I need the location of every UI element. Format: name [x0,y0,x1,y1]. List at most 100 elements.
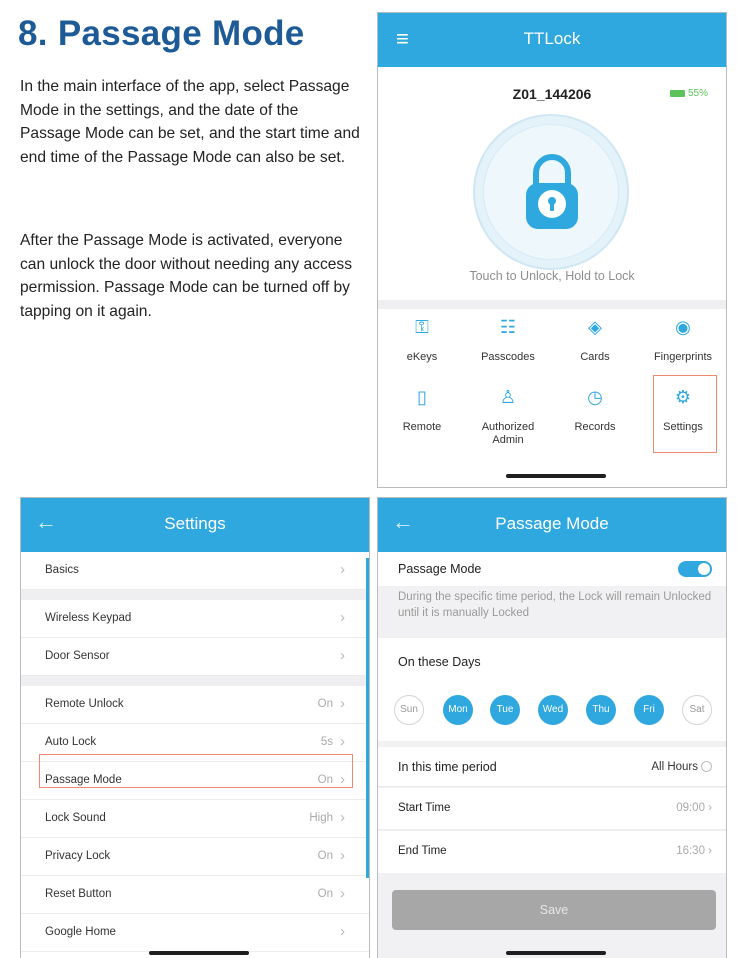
screen-title: Settings [164,514,226,533]
day-mon[interactable]: Mon [443,695,473,725]
home-indicator [506,474,606,478]
row-label: Auto Lock [45,736,97,748]
time-period-row: In this time period All Hours [378,747,726,787]
section-divider [378,300,726,309]
settings-row-reset-button[interactable]: Reset Button On › [21,876,369,914]
menu-label: Authorized Admin [481,421,535,446]
day-thu[interactable]: Thu [586,695,616,725]
battery-indicator: 55% [669,88,708,99]
ekey-icon: ⚿ [415,317,429,337]
passcodes-icon: ☷ [499,317,517,337]
passage-mode-screen-screenshot: ← Passage Mode Passage Mode During the s… [377,497,727,958]
menu-fingerprints[interactable]: ◉ Fingerprints [640,317,726,364]
days-label: On these Days [398,655,481,669]
section-gap [21,590,369,600]
day-sun[interactable]: Sun [394,695,424,725]
fingerprint-icon: ◉ [675,317,691,337]
home-indicator [149,951,249,955]
radio-icon[interactable] [701,761,712,773]
row-label: Google Home [45,926,116,938]
intro-paragraph: In the main interface of the app, select… [20,78,360,166]
menu-label: Fingerprints [653,351,713,363]
activation-paragraph: After the Passage Mode is activated, eve… [20,232,353,320]
menu-label: Passcodes [481,351,535,363]
padlock-icon [526,154,578,229]
end-time-row[interactable]: End Time 16:30 › [378,831,726,873]
settings-row-door-sensor[interactable]: Door Sensor › [21,638,369,676]
row-value: On [317,888,333,900]
menu-label: Cards [580,351,610,363]
settings-row-wireless-keypad[interactable]: Wireless Keypad › [21,600,369,638]
scrollbar[interactable] [366,558,369,878]
passage-mode-toggle[interactable] [678,561,712,577]
end-time-value: 16:30 [676,845,705,857]
settings-row-lock-sound[interactable]: Lock Sound High › [21,800,369,838]
time-period-label: In this time period [398,760,497,774]
start-time-row[interactable]: Start Time 09:00 › [378,788,726,830]
app-title: TTLock [523,29,581,48]
menu-label: Records [574,421,616,433]
passage-mode-description: During the specific time period, the Loc… [398,591,712,619]
row-value: High [309,812,333,824]
days-section: On these Days [378,638,726,741]
menu-remote[interactable]: ▯ Remote [379,387,465,434]
row-label: Door Sensor [45,650,110,662]
menu-passcodes[interactable]: ☷ Passcodes [465,317,551,364]
row-label: Remote Unlock [45,698,124,710]
app-bar: ← Settings [21,498,369,552]
settings-row-privacy-lock[interactable]: Privacy Lock On › [21,838,369,876]
row-value: On [317,698,333,710]
row-label: Reset Button [45,888,112,900]
day-sat[interactable]: Sat [682,695,712,725]
unlock-hint: Touch to Unlock, Hold to Lock [469,269,635,283]
save-button[interactable]: Save [392,890,716,930]
settings-row-remote-unlock[interactable]: Remote Unlock On › [21,686,369,724]
row-label: Wireless Keypad [45,612,132,624]
day-tue[interactable]: Tue [490,695,520,725]
page-title: 8. Passage Mode [18,14,305,53]
chevron-right-icon: › [340,847,345,864]
menu-label: eKeys [406,351,438,363]
cards-icon: ◈ [588,317,602,337]
menu-records[interactable]: ◷ Records [552,388,638,434]
passage-mode-toggle-row: Passage Mode [378,552,726,586]
chevron-right-icon: › [340,733,345,750]
settings-highlight-box [653,375,717,453]
all-hours-label: All Hours [651,761,698,773]
row-value: On [317,850,333,862]
row-label: Basics [45,564,79,576]
home-indicator [506,951,606,955]
remote-icon: ▯ [417,387,427,407]
toggle-knob [698,563,710,575]
unlock-button[interactable] [483,124,619,260]
chevron-right-icon: › [340,609,345,626]
chevron-right-icon: › [340,647,345,664]
admin-icon: ♙ [499,387,517,407]
settings-row-google-home[interactable]: Google Home › [21,914,369,952]
app-bar: ≡ TTLock [378,13,726,67]
menu-cards[interactable]: ◈ Cards [552,317,638,364]
start-time-label: Start Time [398,802,451,814]
main-screen-screenshot: ≡ TTLock Z01_144206 55% Touch to Unlock,… [377,12,727,488]
menu-label: Remote [402,421,442,433]
chevron-right-icon: › [340,923,345,940]
row-value: 5s [320,736,333,748]
day-fri[interactable]: Fri [634,695,664,725]
menu-ekeys[interactable]: ⚿ eKeys [379,317,465,364]
screen-title: Passage Mode [495,514,609,533]
chevron-right-icon: › [340,695,345,712]
section-gap [21,676,369,686]
battery-icon [669,89,685,97]
app-bar: ← Passage Mode [378,498,726,552]
menu-authorized-admin[interactable]: ♙ Authorized Admin [465,387,551,447]
row-label: Privacy Lock [45,850,111,862]
all-hours-option[interactable]: All Hours [651,761,712,773]
end-time-label: End Time [398,845,447,857]
settings-row-basics[interactable]: Basics › [21,552,369,590]
day-wed[interactable]: Wed [538,695,568,725]
chevron-right-icon: › [340,885,345,902]
battery-level: 55% [687,88,708,99]
chevron-right-icon: › [340,561,345,578]
passage-mode-highlight-box [39,754,353,788]
toggle-label: Passage Mode [398,562,482,576]
